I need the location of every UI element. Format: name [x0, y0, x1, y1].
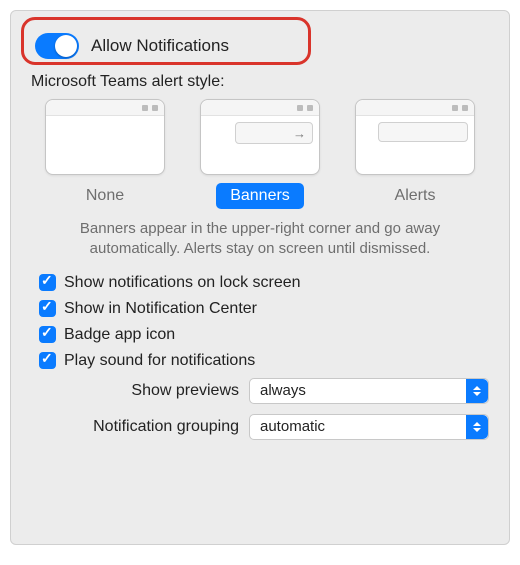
check-notif-center-label: Show in Notification Center [64, 300, 257, 318]
check-sound-row: Play sound for notifications [39, 352, 491, 370]
thumb-none [45, 99, 165, 175]
search-icon [297, 105, 303, 111]
style-label-alerts: Alerts [375, 183, 455, 209]
check-badge-row: Badge app icon [39, 326, 491, 344]
show-previews-value: always [260, 382, 306, 399]
show-previews-select[interactable]: always [249, 378, 489, 404]
check-lock-screen-row: Show notifications on lock screen [39, 274, 491, 292]
user-icon [462, 105, 468, 111]
check-badge[interactable] [39, 326, 56, 343]
check-lock-screen-label: Show notifications on lock screen [64, 274, 301, 292]
search-icon [142, 105, 148, 111]
check-notif-center-row: Show in Notification Center [39, 300, 491, 318]
toggle-knob [55, 35, 77, 57]
user-icon [152, 105, 158, 111]
show-previews-label: Show previews [29, 382, 249, 400]
check-lock-screen[interactable] [39, 274, 56, 291]
allow-notifications-label: Allow Notifications [91, 36, 229, 56]
check-notif-center[interactable] [39, 300, 56, 317]
alert-preview [378, 122, 468, 142]
user-icon [307, 105, 313, 111]
style-label-banners: Banners [216, 183, 304, 209]
style-option-none[interactable]: None [31, 99, 179, 209]
banner-preview: → [235, 122, 313, 144]
check-badge-label: Badge app icon [64, 326, 175, 344]
notification-grouping-row: Notification grouping automatic [29, 414, 491, 440]
alert-style-description: Banners appear in the upper-right corner… [35, 219, 485, 260]
check-sound[interactable] [39, 352, 56, 369]
show-previews-row: Show previews always [29, 378, 491, 404]
allow-notifications-row: Allow Notifications [29, 25, 491, 71]
notification-grouping-value: automatic [260, 418, 325, 435]
check-sound-label: Play sound for notifications [64, 352, 255, 370]
arrow-right-icon: → [293, 126, 306, 141]
allow-notifications-toggle[interactable] [35, 33, 79, 59]
stepper-icon [466, 415, 488, 439]
alert-style-heading: Microsoft Teams alert style: [31, 73, 491, 91]
style-option-banners[interactable]: → Banners [186, 99, 334, 209]
style-option-alerts[interactable]: Alerts [341, 99, 489, 209]
search-icon [452, 105, 458, 111]
stepper-icon [466, 379, 488, 403]
thumb-alerts [355, 99, 475, 175]
alert-style-options: None → Banners Alerts [29, 99, 491, 209]
thumb-banners: → [200, 99, 320, 175]
notification-grouping-select[interactable]: automatic [249, 414, 489, 440]
notifications-settings-panel: Allow Notifications Microsoft Teams aler… [10, 10, 510, 545]
style-label-none: None [65, 183, 145, 209]
notification-grouping-label: Notification grouping [29, 418, 249, 436]
